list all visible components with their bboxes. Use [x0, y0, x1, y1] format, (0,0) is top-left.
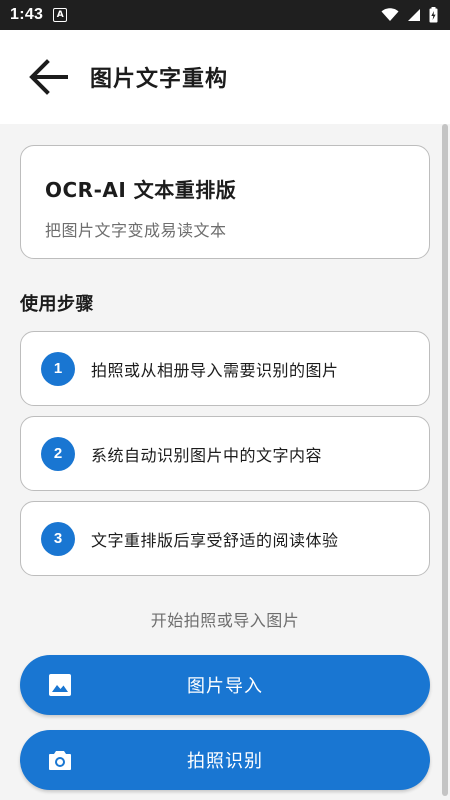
battery-charging-icon: [429, 7, 438, 23]
step-text: 系统自动识别图片中的文字内容: [91, 445, 323, 465]
app-bar: 图片文字重构: [0, 30, 450, 124]
scrollbar-thumb[interactable]: [442, 124, 448, 796]
signal-icon: [408, 9, 420, 21]
steps-title: 使用步骤: [20, 294, 94, 315]
camera-capture-label: 拍照识别: [187, 751, 263, 772]
screen: 1:43 A 图片文字重构 OCR-AI 文本重排版 把图片文字变成易读文本 使…: [0, 0, 450, 800]
step-number-badge: 3: [41, 521, 75, 556]
import-image-button[interactable]: 图片导入: [20, 655, 430, 715]
import-image-label: 图片导入: [187, 676, 263, 697]
step-card-3: 3 文字重排版后享受舒适的阅读体验: [20, 501, 430, 576]
step-number-badge: 1: [41, 351, 75, 386]
back-button[interactable]: [18, 47, 78, 107]
intro-subtitle: 把图片文字变成易读文本: [45, 221, 227, 240]
notification-badge-label: A: [56, 9, 64, 20]
start-hint: 开始拍照或导入图片: [150, 611, 300, 630]
wifi-icon: [381, 8, 399, 21]
step-text: 拍照或从相册导入需要识别的图片: [91, 360, 339, 380]
step-text: 文字重排版后享受舒适的阅读体验: [91, 530, 339, 550]
arrow-left-icon: [29, 59, 68, 95]
notification-icon: A: [53, 8, 68, 22]
step-number-badge: 2: [41, 436, 75, 471]
status-bar: 1:43 A: [0, 0, 450, 30]
intro-card: OCR-AI 文本重排版 把图片文字变成易读文本: [20, 145, 430, 259]
step-card-2: 2 系统自动识别图片中的文字内容: [20, 416, 430, 491]
step-card-1: 1 拍照或从相册导入需要识别的图片: [20, 331, 430, 406]
page-title: 图片文字重构: [90, 67, 229, 92]
camera-icon: [49, 751, 71, 770]
status-time: 1:43: [10, 6, 44, 23]
camera-capture-button[interactable]: 拍照识别: [20, 730, 430, 790]
image-icon: [49, 674, 71, 696]
intro-title: OCR-AI 文本重排版: [45, 178, 237, 202]
